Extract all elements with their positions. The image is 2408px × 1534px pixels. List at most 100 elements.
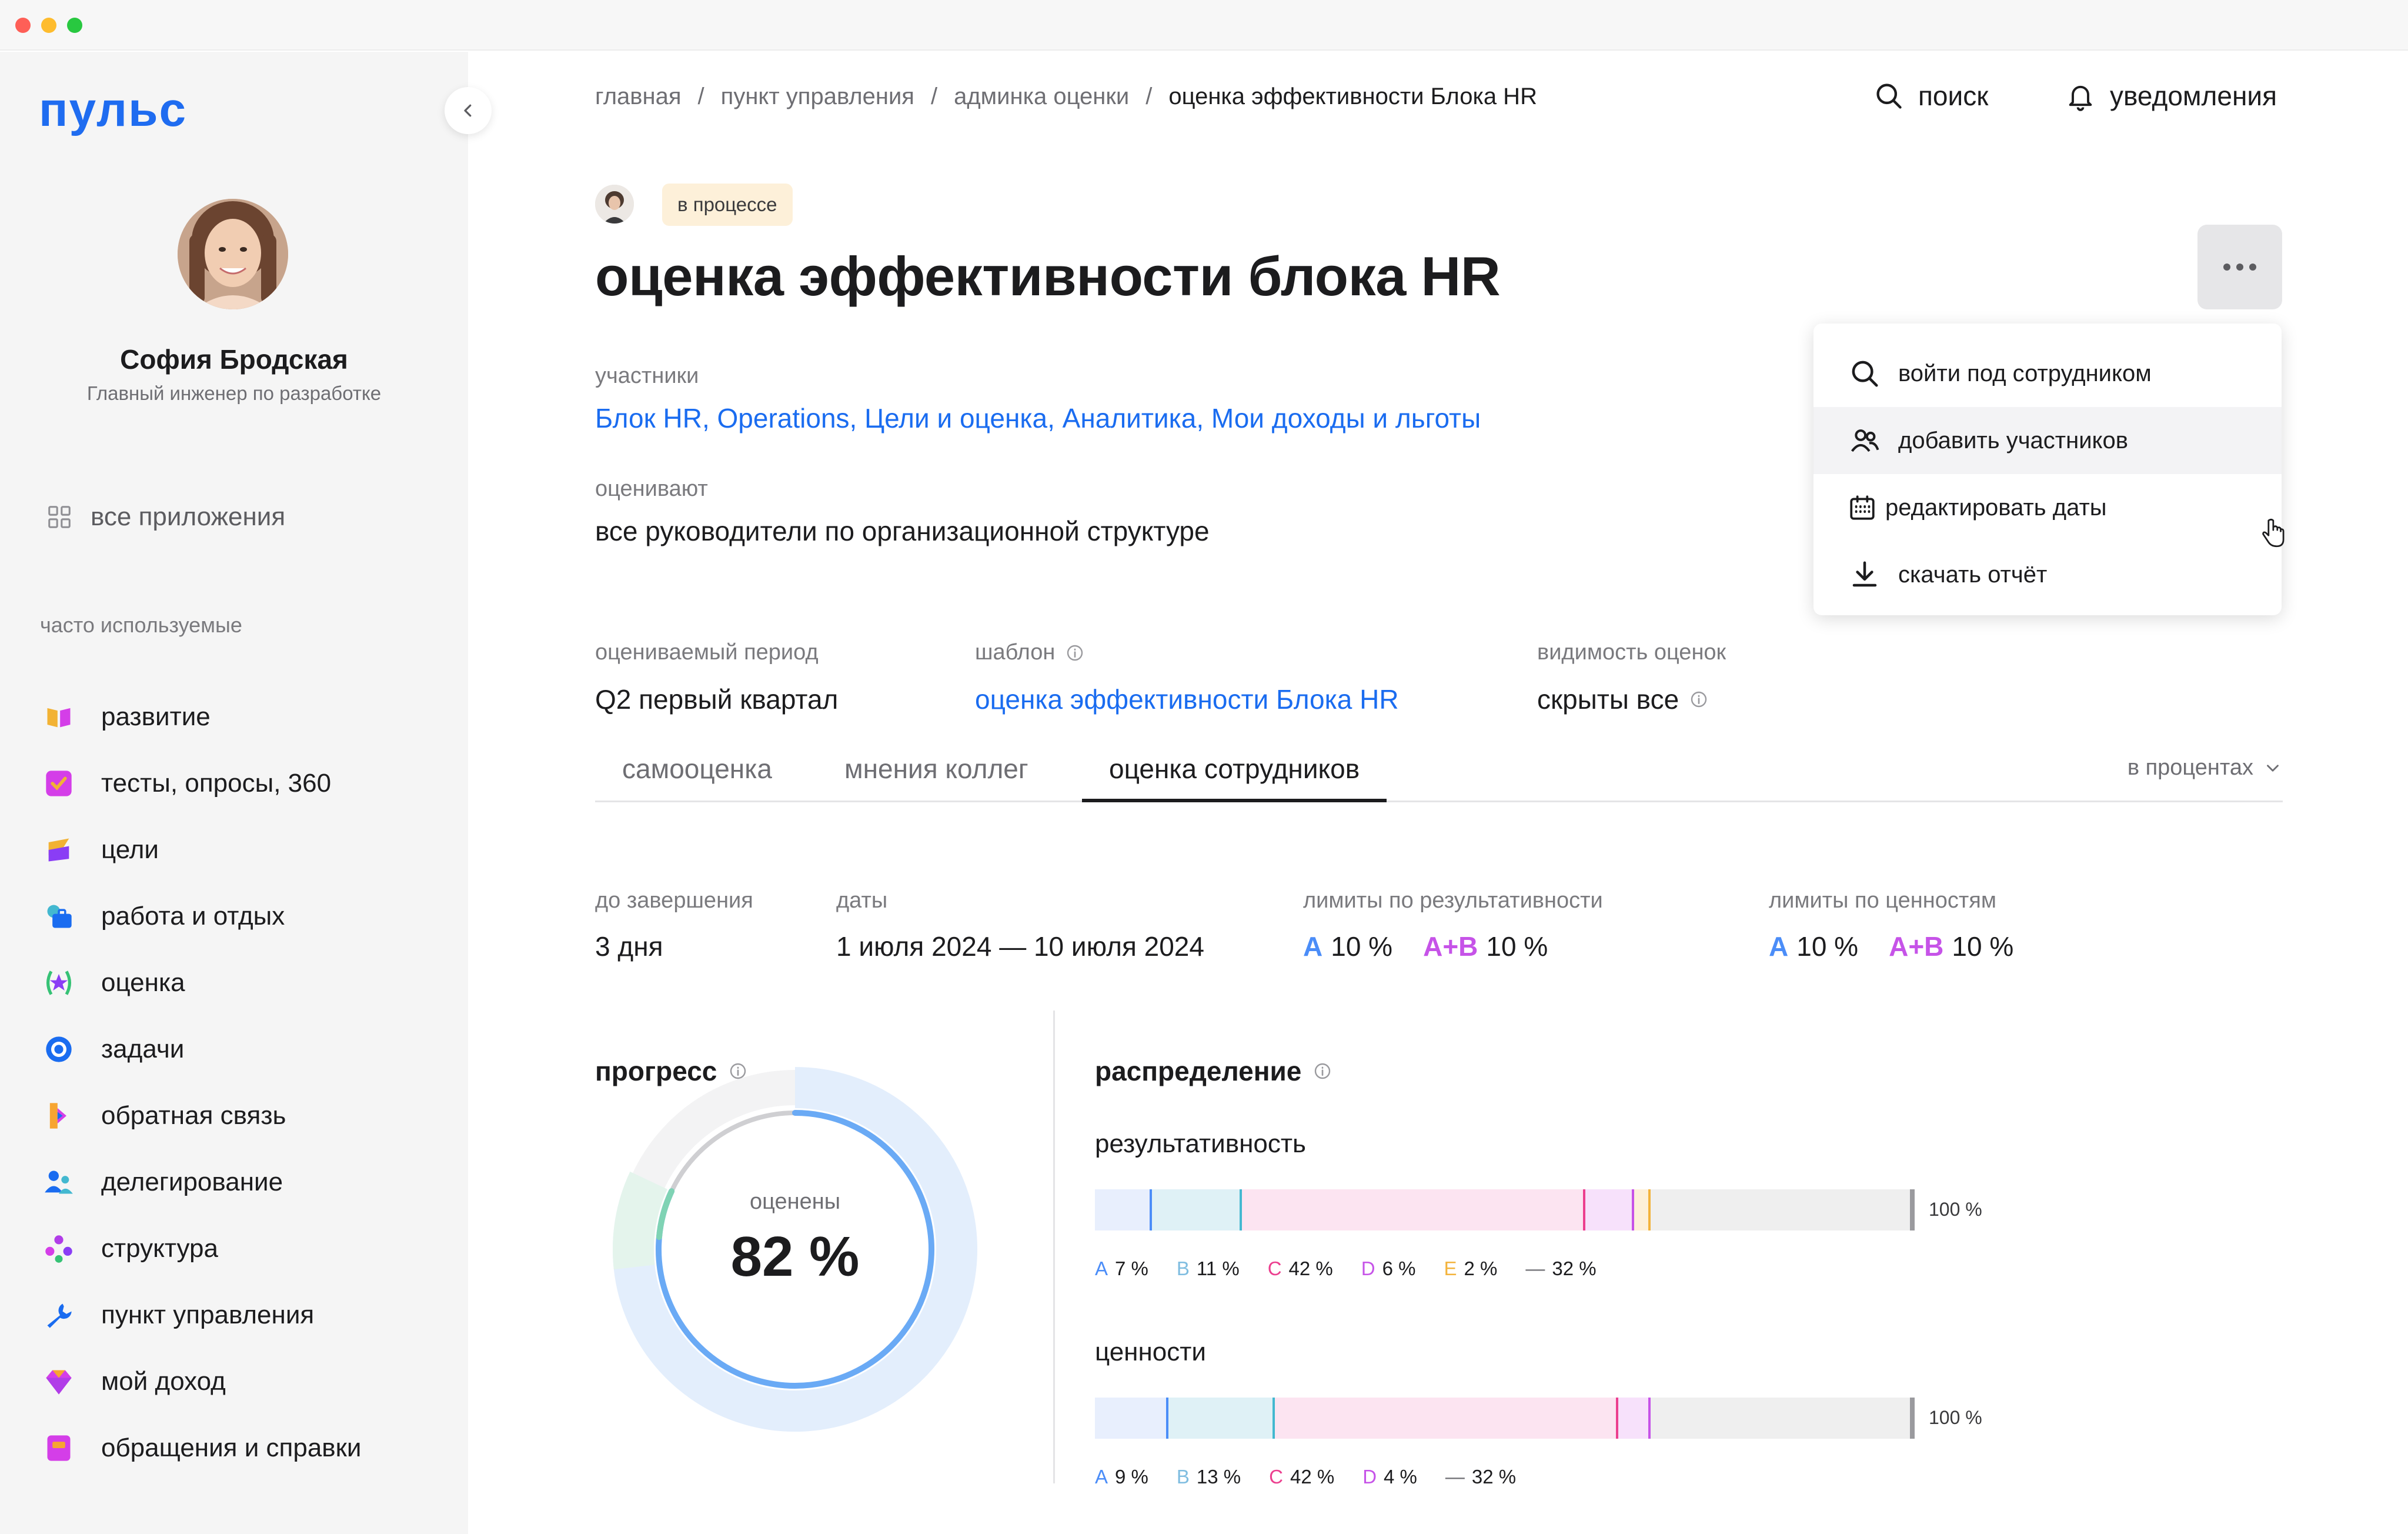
more-dot [2236,264,2243,271]
sidebar-item-label: мой доход [101,1367,226,1396]
template-label: шаблон [975,640,1056,665]
sidebar-item-feedback[interactable]: обратная связь [42,1095,286,1136]
window-minimize-button[interactable] [41,18,56,33]
values-end-label: 100 % [1929,1407,1982,1428]
people-icon [42,1166,75,1199]
limit-a-key: A [1769,931,1789,962]
bar-segment [1095,1398,1169,1439]
tab-employee-evaluation[interactable]: оценка сотрудников [1082,749,1387,802]
author-photo-icon [595,185,634,224]
sidebar-item-tests[interactable]: тесты, опросы, 360 [42,763,331,804]
collapse-sidebar-button[interactable] [445,87,492,134]
all-apps-label: все приложения [91,502,286,531]
title-bar [0,0,2408,51]
menu-item-login-as-employee[interactable]: войти под сотрудником [1813,340,2282,407]
limit-ab-key: A+B [1423,931,1478,962]
all-apps-link[interactable]: все приложения [46,502,285,532]
info-icon[interactable] [1313,1062,1332,1081]
tab-self-assessment[interactable]: самооценка [622,749,772,802]
menu-item-add-participants[interactable]: добавить участников [1813,407,2285,548]
status-badge: в процессе [662,184,793,226]
section-divider [1053,1011,1055,1483]
legend-item: D 4 % [1362,1466,1417,1488]
perf-ab-value: 10 % [1486,931,1548,962]
app-logo[interactable]: пульс [39,86,187,134]
distribution-title-group: распределение [1095,1055,1332,1087]
more-dots-icon [2223,264,2230,271]
sidebar-item-tasks[interactable]: задачи [42,1029,184,1070]
sidebar-item-work-rest[interactable]: работа и отдых [42,896,285,937]
bar-segment [1618,1398,1651,1439]
sidebar-item-structure[interactable]: структура [42,1228,218,1269]
legend-key: C [1269,1466,1283,1488]
legend-key: B [1176,1466,1190,1488]
sidebar-item-requests[interactable]: обращения и справки [42,1428,362,1469]
sidebar-item-evaluation[interactable]: оценка [42,962,185,1003]
deadline-value: 3 дня [595,931,663,962]
notifications-button[interactable]: уведомления [2065,80,2277,112]
window-close-button[interactable] [15,18,31,33]
info-icon[interactable] [1066,643,1084,662]
units-select[interactable]: в процентах [2128,755,2283,781]
breadcrumb-current: оценка эффективности Блока HR [1168,84,1537,109]
user-name: София Бродская [120,344,348,375]
sidebar-item-label: делегирование [101,1168,283,1196]
menu-item-download-report[interactable]: скачать отчёт [1813,541,2282,608]
breadcrumb-separator: / [697,84,704,109]
search-button[interactable]: поиск [1873,80,1988,112]
sidebar-item-label: структура [101,1234,218,1263]
sidebar-item-label: пункт управления [101,1300,315,1329]
legend-key: E [1444,1258,1457,1279]
feedback-icon [42,1099,75,1132]
limit-ab-key: A+B [1889,931,1944,962]
tab-peer-opinions[interactable]: мнения коллег [844,749,1028,802]
perf-a-value: 10 % [1331,931,1393,962]
menu-item-label: добавить участников [1898,427,2128,453]
book-icon [42,701,75,733]
period-value: Q2 первый квартал [595,684,839,715]
legend-item: A 9 % [1095,1466,1148,1488]
legend-value: 32 % [1471,1466,1517,1488]
performance-bar [1095,1189,1912,1230]
legend-value: 42 % [1290,1466,1335,1488]
document-icon [42,1432,75,1465]
sidebar-item-development[interactable]: развитие [42,696,211,738]
values-ab-value: 10 % [1952,931,2014,962]
window-maximize-button[interactable] [67,18,82,33]
notifications-label: уведомления [2110,81,2277,111]
legend-value: 42 % [1288,1258,1333,1279]
users-icon [1851,429,1879,452]
breadcrumb-home[interactable]: главная [595,84,682,110]
more-actions-button[interactable] [2197,225,2282,309]
legend-value: 32 % [1552,1258,1597,1279]
author-avatar[interactable] [595,185,634,224]
legend-value: 9 % [1115,1466,1148,1488]
values-bar-end [1910,1398,1915,1439]
values-legend: A 9 % B 13 % C 42 % D 4 % — 32 % [1095,1466,1516,1488]
sidebar-item-label: работа и отдых [101,902,285,931]
sidebar-item-delegation[interactable]: делегирование [42,1162,283,1203]
user-avatar[interactable] [178,199,288,309]
legend-value: 7 % [1115,1258,1148,1279]
breadcrumb-control-center[interactable]: пункт управления [721,84,914,110]
breadcrumb-separator: / [930,84,938,109]
legend-key: A [1095,1466,1108,1488]
dates-label: даты [836,888,888,913]
legend-item: — 32 % [1445,1466,1516,1488]
participants-link[interactable]: Блок HR, Operations, Цели и оценка, Анал… [595,402,1481,434]
calendar-icon [1850,495,1875,520]
sidebar-item-income[interactable]: мой доход [42,1361,226,1402]
sidebar-item-label: оценка [101,968,185,997]
menu-item-edit-dates[interactable]: редактировать даты [1813,474,2282,541]
template-link[interactable]: оценка эффективности Блока HR [975,683,1399,715]
breadcrumb-evaluation-admin[interactable]: админка оценки [954,84,1129,110]
distribution-title: распределение [1095,1056,1302,1086]
units-select-value: в процентах [2127,755,2253,780]
search-icon [1852,361,1878,387]
legend-item: C 42 % [1268,1258,1333,1280]
legend-key: D [1362,1466,1377,1488]
legend-value: 6 % [1382,1258,1416,1279]
sidebar-item-goals[interactable]: цели [42,829,159,871]
info-icon[interactable] [1689,690,1708,709]
sidebar-item-control-center[interactable]: пункт управления [42,1295,314,1336]
